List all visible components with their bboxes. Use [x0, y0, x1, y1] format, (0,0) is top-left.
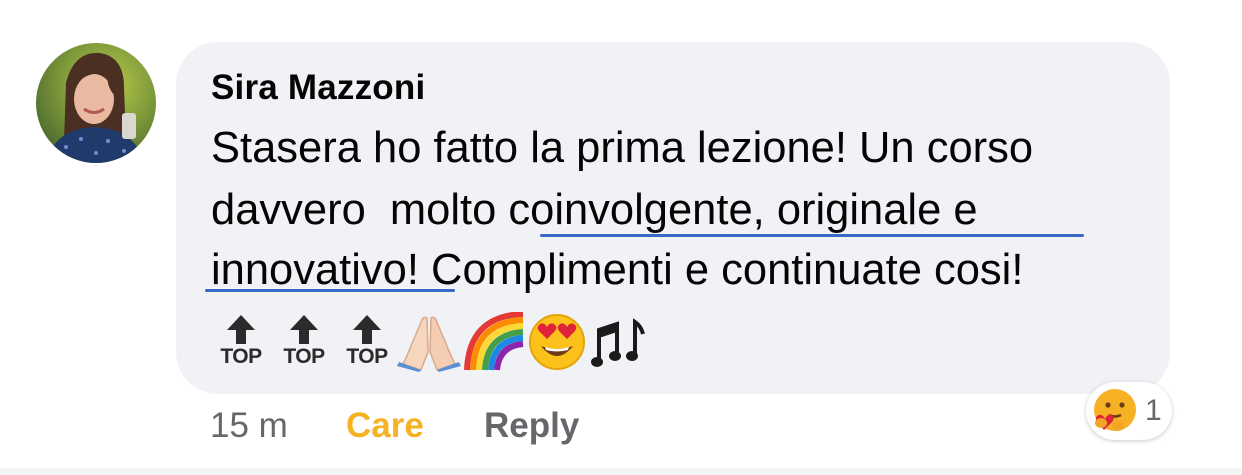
top-arrow-icon: TOP	[343, 312, 391, 370]
reply-button[interactable]: Reply	[484, 408, 579, 443]
top-badge-label: TOP	[346, 345, 388, 368]
care-reaction-button[interactable]: Care	[346, 408, 424, 443]
reaction-count: 1	[1145, 394, 1162, 427]
comment-row: Sira Mazzoni Stasera ho fatto la prima l…	[0, 0, 1242, 475]
comment-timestamp[interactable]: 15 m	[210, 408, 288, 443]
top-arrow-icon: TOP	[217, 312, 265, 370]
rainbow-icon	[463, 311, 527, 377]
avatar[interactable]	[36, 43, 156, 163]
comment-text-line-2: davvero molto coinvolgente, originale e	[211, 186, 978, 234]
musical-notes-icon	[591, 312, 647, 377]
comment-text-line-1: Stasera ho fatto la prima lezione! Un co…	[211, 124, 1034, 172]
top-badge-label: TOP	[283, 345, 325, 368]
spellcheck-underline	[540, 234, 1084, 237]
divider	[0, 468, 1242, 475]
heart-eyes-icon	[527, 312, 587, 377]
comment-author[interactable]: Sira Mazzoni	[211, 68, 425, 108]
comment-text-line-3: innovativo! Complimenti e continuate cos…	[211, 246, 1024, 294]
spellcheck-underline	[205, 289, 455, 292]
top-arrow-icon: TOP	[280, 312, 328, 370]
folded-hands-icon	[397, 312, 461, 377]
top-badge-label: TOP	[220, 345, 262, 368]
reaction-summary[interactable]: 1	[1086, 382, 1172, 440]
care-hug-icon	[1090, 386, 1140, 441]
